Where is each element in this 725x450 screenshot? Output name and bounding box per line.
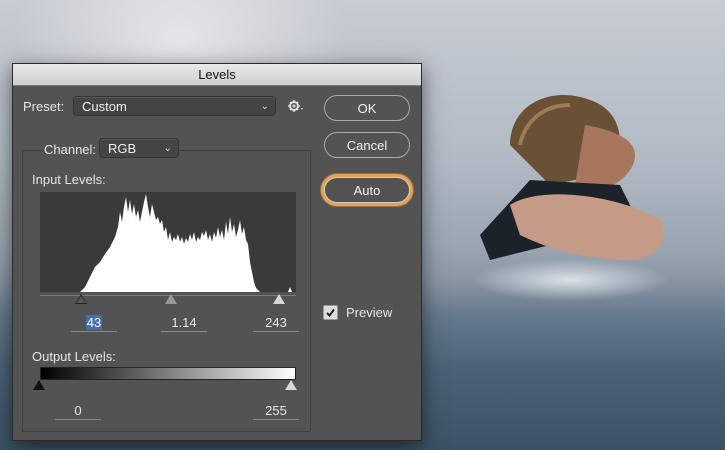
chevron-down-icon: ⌄ bbox=[260, 101, 269, 112]
output-black-handle[interactable] bbox=[33, 380, 45, 390]
input-black-field[interactable]: 43 bbox=[71, 314, 117, 332]
gear-icon[interactable] bbox=[288, 99, 304, 113]
input-white-field[interactable]: 243 bbox=[253, 314, 299, 332]
preset-value: Custom bbox=[82, 99, 127, 114]
input-gamma-handle[interactable] bbox=[165, 294, 177, 304]
input-white-handle[interactable] bbox=[273, 294, 285, 304]
chevron-down-icon: ⌄ bbox=[163, 143, 172, 154]
cancel-button[interactable]: Cancel bbox=[324, 132, 410, 158]
input-levels-label: Input Levels: bbox=[32, 172, 106, 187]
output-white-field[interactable]: 255 bbox=[253, 402, 299, 420]
preview-checkbox[interactable] bbox=[323, 305, 338, 320]
levels-dialog: Levels Preset: Custom ⌄ Channel: RGB ⌄ I… bbox=[12, 63, 422, 441]
checkmark-icon bbox=[326, 308, 335, 318]
output-gradient bbox=[40, 367, 296, 380]
ok-button[interactable]: OK bbox=[324, 95, 410, 121]
preview-label: Preview bbox=[346, 305, 393, 320]
input-black-value: 43 bbox=[85, 315, 103, 330]
auto-button[interactable]: Auto bbox=[324, 177, 410, 203]
histogram bbox=[40, 192, 296, 292]
preset-dropdown[interactable]: Custom ⌄ bbox=[73, 96, 276, 116]
preset-label: Preset: bbox=[23, 99, 65, 114]
output-black-field[interactable]: 0 bbox=[55, 402, 101, 420]
channel-label: Channel: bbox=[42, 142, 99, 157]
swimmer-figure bbox=[480, 95, 664, 260]
channel-dropdown[interactable]: RGB ⌄ bbox=[99, 138, 179, 158]
output-levels-label: Output Levels: bbox=[32, 349, 116, 364]
output-white-handle[interactable] bbox=[285, 380, 297, 390]
input-gamma-field[interactable]: 1.14 bbox=[161, 314, 207, 332]
channel-value: RGB bbox=[108, 141, 137, 156]
input-black-handle-inner bbox=[76, 296, 86, 303]
dialog-title: Levels bbox=[13, 64, 421, 86]
